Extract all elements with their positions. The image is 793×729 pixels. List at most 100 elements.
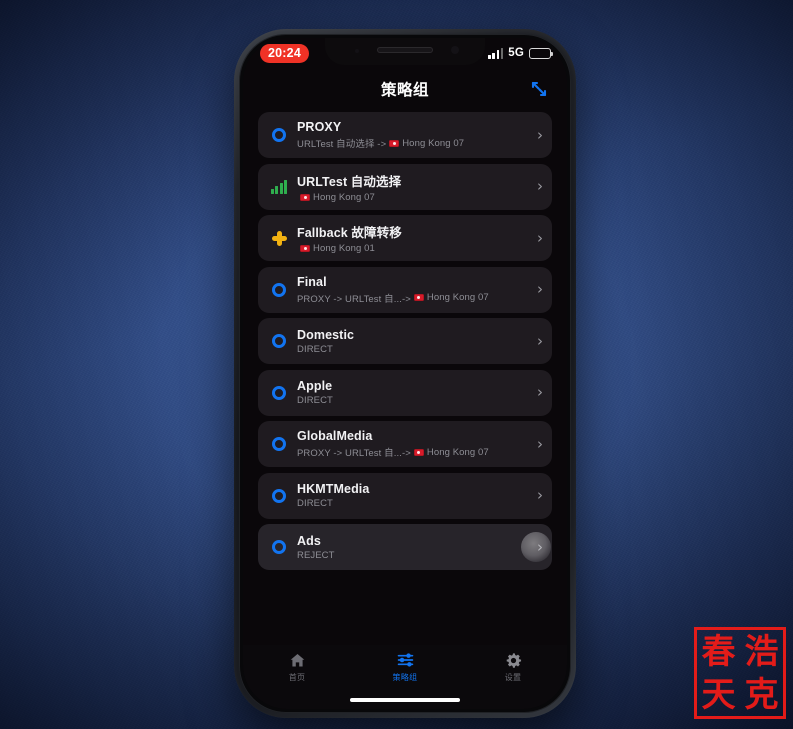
tab-policy-groups-label: 策略组 <box>392 673 418 682</box>
policy-group-name: HKMTMedia <box>297 482 370 496</box>
policy-group-text: GlobalMedia PROXY -> URLTest 自...-> Hong … <box>297 429 533 459</box>
gear-icon <box>505 651 522 669</box>
screenshot-stage: 20:24 5G 策略组 PROXY URLTest 自动选择 -> Hong … <box>0 0 793 729</box>
policy-group-detail: PROXY -> URLTest 自...-> Hong Kong 07 <box>297 445 533 460</box>
policy-group-icon <box>266 328 292 354</box>
policy-group-text: PROXY URLTest 自动选择 -> Hong Kong 07 <box>297 120 533 150</box>
sliders-icon <box>396 651 415 669</box>
chevron-right-icon[interactable]: › <box>537 333 543 349</box>
policy-group-text: Ads REJECT <box>297 534 533 561</box>
blue-ring-icon <box>272 128 286 142</box>
policy-group-name: Fallback 故障转移 <box>297 226 402 240</box>
watermark-char-4: 克 <box>744 674 779 715</box>
chevron-right-icon[interactable]: › <box>537 127 543 143</box>
policy-group-name: GlobalMedia <box>297 429 373 443</box>
blue-ring-icon <box>272 437 286 451</box>
chevron-right-icon[interactable]: › <box>537 282 543 297</box>
policy-group-path: URLTest 自动选择 -> <box>297 139 387 150</box>
policy-group-path: DIRECT <box>297 498 333 509</box>
policy-group-row[interactable]: Domestic DIRECT › <box>258 318 552 364</box>
policy-group-row[interactable]: HKMTMedia DIRECT › <box>258 472 552 519</box>
battery-icon <box>529 47 553 59</box>
policy-group-detail: Hong Kong 07 <box>297 192 533 203</box>
policy-group-path: DIRECT <box>297 343 333 355</box>
hong-kong-flag-icon <box>300 193 310 201</box>
tab-settings[interactable]: 设置 <box>459 651 567 683</box>
phone-device: 20:24 5G 策略组 PROXY URLTest 自动选择 -> Hong … <box>234 29 576 718</box>
policy-group-row[interactable]: Final PROXY -> URLTest 自...-> Hong Kong 0… <box>258 266 552 313</box>
policy-group-icon <box>266 483 292 509</box>
hong-kong-flag-icon <box>413 448 424 456</box>
policy-group-path: DIRECT <box>297 395 333 406</box>
policy-group-node: Hong Kong 07 <box>426 292 489 303</box>
hong-kong-flag-icon <box>413 294 424 301</box>
tab-home[interactable]: 首页 <box>243 651 351 683</box>
policy-group-name: Ads <box>297 533 321 548</box>
watermark-char-3: 天 <box>701 674 736 715</box>
chevron-right-icon[interactable]: › <box>537 436 543 452</box>
policy-group-detail: Hong Kong 01 <box>297 243 533 254</box>
chevron-right-icon[interactable]: › <box>537 539 543 555</box>
chevron-right-icon[interactable]: › <box>537 488 543 503</box>
status-indicators: 5G <box>488 47 553 59</box>
policy-group-text: Domestic DIRECT <box>297 328 533 355</box>
home-indicator <box>350 697 460 702</box>
policy-group-path: PROXY -> URLTest 自...-> <box>297 448 411 459</box>
policy-group-text: HKMTMedia DIRECT <box>297 482 533 509</box>
policy-group-row[interactable]: Fallback 故障转移 Hong Kong 01 › <box>258 215 552 261</box>
policy-group-icon <box>266 534 292 560</box>
app-header: 策略组 <box>243 72 567 108</box>
policy-group-list[interactable]: PROXY URLTest 自动选择 -> Hong Kong 07 › URLTes… <box>243 112 567 645</box>
blue-ring-icon <box>272 488 286 503</box>
policy-group-text: Fallback 故障转移 Hong Kong 01 <box>297 222 533 254</box>
policy-group-path: PROXY -> URLTest 自...-> <box>297 293 411 305</box>
policy-group-name: URLTest 自动选择 <box>297 174 402 189</box>
page-title: 策略组 <box>380 82 429 99</box>
policy-group-detail: DIRECT <box>297 344 533 355</box>
blue-ring-icon <box>272 540 286 554</box>
policy-group-text: Apple DIRECT <box>297 379 533 406</box>
yellow-plus-icon <box>271 230 287 246</box>
policy-group-detail: URLTest 自动选择 -> Hong Kong 07 <box>297 136 533 151</box>
policy-group-node: Hong Kong 01 <box>313 243 375 254</box>
tab-policy-groups[interactable]: 策略组 <box>351 651 459 683</box>
policy-group-row[interactable]: PROXY URLTest 自动选择 -> Hong Kong 07 › <box>258 112 552 158</box>
chevron-right-icon[interactable]: › <box>537 230 543 246</box>
network-type-label: 5G <box>508 47 524 59</box>
policy-group-node: Hong Kong 07 <box>313 191 375 203</box>
policy-group-name: Apple <box>297 379 333 393</box>
hong-kong-flag-icon <box>300 245 310 252</box>
policy-group-row[interactable]: Ads REJECT › <box>258 524 552 570</box>
green-bar-chart-icon <box>270 179 288 194</box>
policy-group-row[interactable]: URLTest 自动选择 Hong Kong 07 › <box>258 163 552 210</box>
policy-group-name: Domestic <box>297 327 355 342</box>
policy-group-icon <box>266 122 292 148</box>
policy-group-node: Hong Kong 07 <box>402 137 465 149</box>
watermark-char-2: 浩 <box>744 631 779 672</box>
status-time: 20:24 <box>260 44 309 63</box>
policy-group-icon <box>266 380 292 406</box>
tab-settings-label: 设置 <box>504 673 522 682</box>
blue-ring-icon <box>272 334 286 348</box>
chevron-right-icon[interactable]: › <box>537 179 543 194</box>
policy-group-name: PROXY <box>297 120 342 134</box>
policy-group-name: Final <box>297 274 327 289</box>
blue-ring-icon <box>272 282 286 297</box>
policy-group-icon <box>266 277 292 303</box>
policy-group-icon <box>266 174 292 200</box>
policy-group-row[interactable]: GlobalMedia PROXY -> URLTest 自...-> Hong … <box>258 421 552 467</box>
expand-diagonal-arrows-icon[interactable] <box>528 78 550 100</box>
tab-home-label: 首页 <box>288 673 306 682</box>
watermark-char-1: 春 <box>701 631 736 672</box>
policy-group-node: Hong Kong 07 <box>426 446 489 458</box>
chevron-right-icon[interactable]: › <box>537 385 543 400</box>
policy-group-row[interactable]: Apple DIRECT › <box>258 369 552 416</box>
policy-group-detail: PROXY -> URLTest 自...-> Hong Kong 07 <box>297 291 533 305</box>
phone-screen: 20:24 5G 策略组 PROXY URLTest 自动选择 -> Hong … <box>243 38 567 709</box>
policy-group-detail: DIRECT <box>297 395 533 406</box>
tab-bar[interactable]: 首页 策略组 设置 <box>243 645 567 709</box>
watermark-seal: 春 浩 天 克 <box>694 627 786 719</box>
policy-group-icon <box>266 225 292 251</box>
policy-group-detail: REJECT <box>297 550 533 561</box>
policy-group-text: URLTest 自动选择 Hong Kong 07 <box>297 171 533 203</box>
